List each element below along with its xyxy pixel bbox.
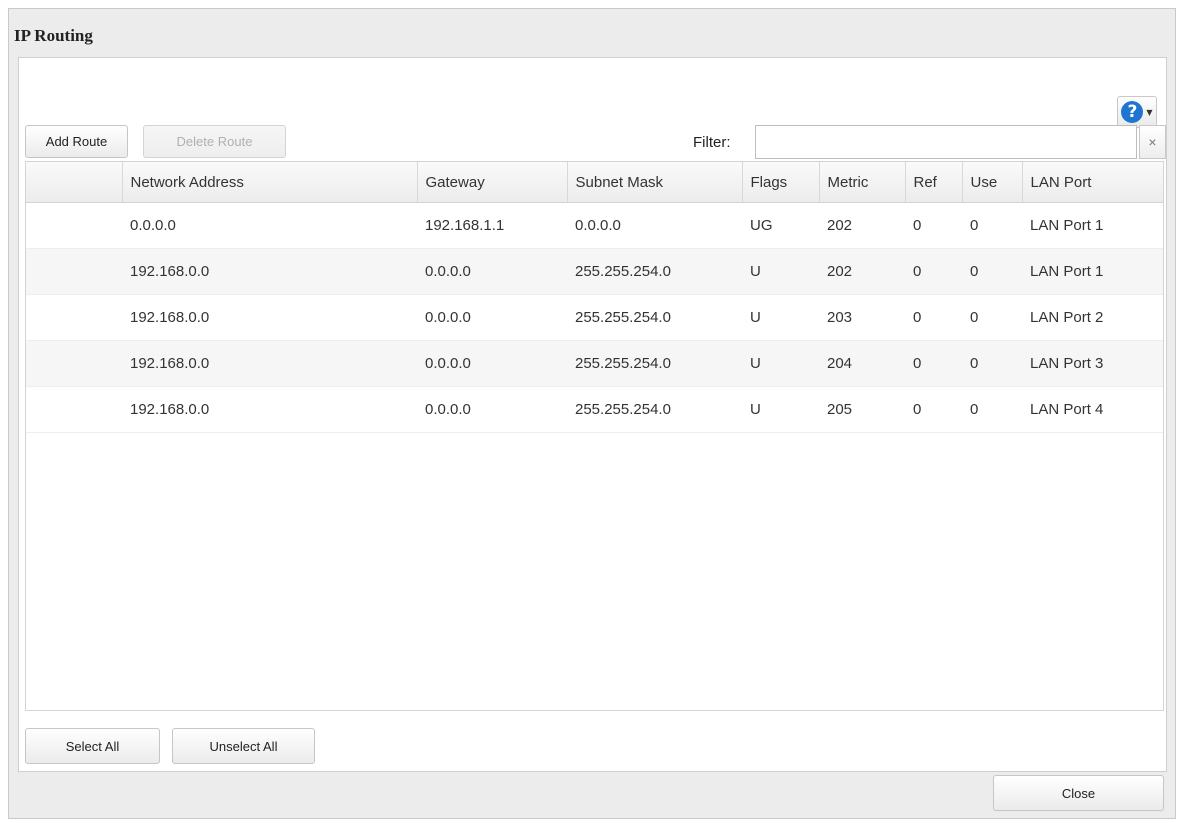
gateway-cell: 0.0.0.0 — [417, 294, 567, 341]
chevron-down-icon: ▼ — [1146, 107, 1153, 117]
metric-cell: 202 — [819, 248, 905, 295]
unselect-all-button[interactable]: Unselect All — [172, 728, 315, 764]
column-header-metric[interactable]: Metric — [819, 162, 906, 203]
table-row[interactable]: 192.168.0.0 0.0.0.0 255.255.254.0 U 204 … — [26, 340, 1163, 387]
subnet-mask-cell: 255.255.254.0 — [567, 294, 742, 341]
flags-cell: U — [742, 294, 819, 341]
subnet-mask-cell: 255.255.254.0 — [567, 248, 742, 295]
column-header-lan-port[interactable]: LAN Port — [1022, 162, 1163, 203]
lan-port-cell: LAN Port 1 — [1022, 248, 1163, 295]
ip-routing-dialog: IP Routing ? ▼ Add Route Delete Route Fi… — [8, 8, 1176, 819]
network-address-cell: 192.168.0.0 — [122, 248, 417, 295]
filter-label: Filter: — [693, 134, 731, 151]
delete-route-button[interactable]: Delete Route — [143, 125, 286, 158]
row-select-cell[interactable] — [26, 386, 122, 433]
ref-cell: 0 — [905, 340, 962, 387]
ref-cell: 0 — [905, 248, 962, 295]
network-address-cell: 192.168.0.0 — [122, 294, 417, 341]
network-address-cell: 192.168.0.0 — [122, 340, 417, 387]
row-select-cell[interactable] — [26, 202, 122, 249]
dialog-title: IP Routing — [14, 26, 93, 45]
use-cell: 0 — [962, 340, 1022, 387]
metric-cell: 202 — [819, 202, 905, 249]
close-button[interactable]: Close — [993, 775, 1164, 811]
column-header-subnet-mask[interactable]: Subnet Mask — [567, 162, 743, 203]
column-header-network-address[interactable]: Network Address — [122, 162, 418, 203]
row-select-cell[interactable] — [26, 340, 122, 387]
table-header-row: Network Address Gateway Subnet Mask Flag… — [26, 162, 1163, 203]
lan-port-cell: LAN Port 2 — [1022, 294, 1163, 341]
use-cell: 0 — [962, 248, 1022, 295]
network-address-cell: 192.168.0.0 — [122, 386, 417, 433]
table-row[interactable]: 192.168.0.0 0.0.0.0 255.255.254.0 U 202 … — [26, 248, 1163, 295]
subnet-mask-cell: 0.0.0.0 — [567, 202, 742, 249]
lan-port-cell: LAN Port 3 — [1022, 340, 1163, 387]
column-header-flags[interactable]: Flags — [742, 162, 820, 203]
ref-cell: 0 — [905, 386, 962, 433]
lan-port-cell: LAN Port 1 — [1022, 202, 1163, 249]
row-select-cell[interactable] — [26, 294, 122, 341]
gateway-cell: 192.168.1.1 — [417, 202, 567, 249]
network-address-cell: 0.0.0.0 — [122, 202, 417, 249]
table-row[interactable]: 0.0.0.0 192.168.1.1 0.0.0.0 UG 202 0 0 L… — [26, 202, 1163, 249]
help-icon: ? — [1121, 101, 1144, 123]
table-row[interactable]: 192.168.0.0 0.0.0.0 255.255.254.0 U 205 … — [26, 386, 1163, 433]
use-cell: 0 — [962, 294, 1022, 341]
flags-cell: U — [742, 340, 819, 387]
use-cell: 0 — [962, 386, 1022, 433]
flags-cell: U — [742, 386, 819, 433]
gateway-cell: 0.0.0.0 — [417, 340, 567, 387]
flags-cell: UG — [742, 202, 819, 249]
row-select-cell[interactable] — [26, 248, 122, 295]
gateway-cell: 0.0.0.0 — [417, 248, 567, 295]
subnet-mask-cell: 255.255.254.0 — [567, 386, 742, 433]
column-header-select[interactable] — [26, 162, 123, 203]
filter-input[interactable] — [755, 125, 1137, 159]
column-header-ref[interactable]: Ref — [905, 162, 963, 203]
add-route-button[interactable]: Add Route — [25, 125, 128, 158]
routing-panel: ? ▼ Add Route Delete Route Filter: × Net… — [18, 57, 1167, 772]
select-all-button[interactable]: Select All — [25, 728, 160, 764]
close-icon: × — [1148, 134, 1157, 150]
column-header-use[interactable]: Use — [962, 162, 1023, 203]
lan-port-cell: LAN Port 4 — [1022, 386, 1163, 433]
ref-cell: 0 — [905, 294, 962, 341]
metric-cell: 203 — [819, 294, 905, 341]
subnet-mask-cell: 255.255.254.0 — [567, 340, 742, 387]
ref-cell: 0 — [905, 202, 962, 249]
metric-cell: 204 — [819, 340, 905, 387]
flags-cell: U — [742, 248, 819, 295]
table-row[interactable]: 192.168.0.0 0.0.0.0 255.255.254.0 U 203 … — [26, 294, 1163, 341]
metric-cell: 205 — [819, 386, 905, 433]
routing-table: Network Address Gateway Subnet Mask Flag… — [25, 161, 1164, 711]
gateway-cell: 0.0.0.0 — [417, 386, 567, 433]
help-button[interactable]: ? ▼ — [1117, 96, 1157, 128]
use-cell: 0 — [962, 202, 1022, 249]
column-header-gateway[interactable]: Gateway — [417, 162, 568, 203]
clear-filter-button[interactable]: × — [1139, 125, 1166, 159]
